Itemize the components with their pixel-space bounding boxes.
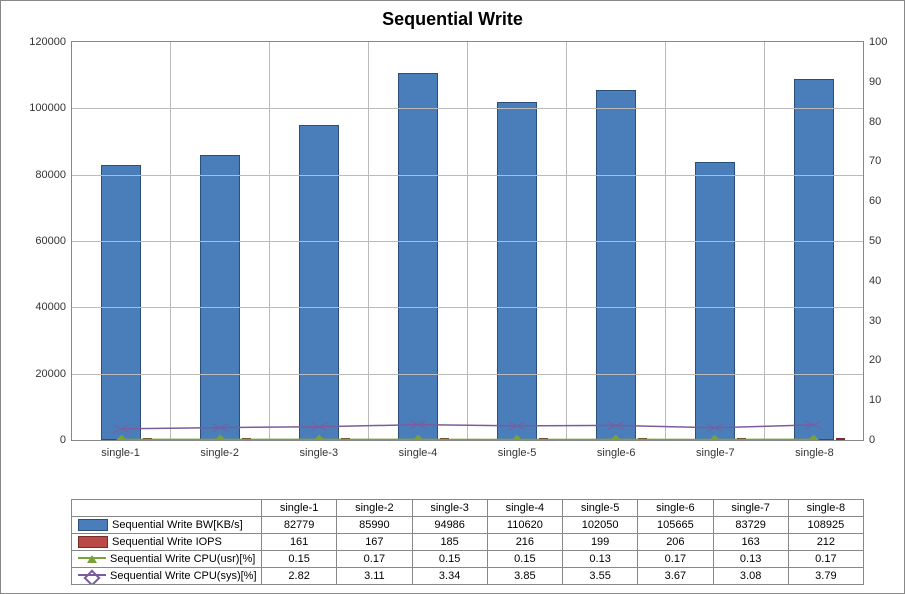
x-category-label: single-5 — [468, 443, 567, 463]
x-category-label: single-4 — [368, 443, 467, 463]
y-right-tick: 20 — [869, 354, 881, 366]
bar-iops — [440, 438, 450, 440]
table-cell: 85990 — [337, 516, 412, 533]
bar-bw — [497, 102, 536, 440]
x-category-label: single-6 — [567, 443, 666, 463]
x-category-label: single-3 — [269, 443, 368, 463]
series-label: Sequential Write IOPS — [112, 536, 222, 548]
table-cell: 102050 — [563, 516, 638, 533]
y-right-tick: 50 — [869, 235, 881, 247]
legend-swatch — [78, 574, 106, 585]
bar-bw — [596, 90, 635, 440]
table-cell: 206 — [638, 533, 713, 550]
y-left-tick: 40000 — [35, 301, 66, 313]
table-cell: 161 — [262, 533, 337, 550]
table-cell: 2.82 — [262, 567, 337, 584]
y-right-tick: 0 — [869, 434, 875, 446]
table-cell: 0.15 — [262, 550, 337, 567]
table-cell: 0.17 — [788, 550, 863, 567]
y-right-tick: 100 — [869, 36, 887, 48]
series-label: Sequential Write CPU(sys)[%] — [110, 570, 257, 582]
y-left-tick: 120000 — [29, 36, 66, 48]
y-right-tick: 60 — [869, 195, 881, 207]
bar-iops — [341, 438, 351, 440]
table-row: Sequential Write BW[KB/s] 827798599094986… — [72, 516, 864, 533]
table-cell: 82779 — [262, 516, 337, 533]
x-category-label: single-2 — [170, 443, 269, 463]
y-left-tick: 80000 — [35, 169, 66, 181]
bar-bw — [794, 79, 833, 440]
table-cell: 0.17 — [337, 550, 412, 567]
table-row: Sequential Write CPU(usr)[%]0.150.170.15… — [72, 550, 864, 567]
table-cell: 3.11 — [337, 567, 412, 584]
table-cell: 3.67 — [638, 567, 713, 584]
bar-iops — [242, 438, 252, 440]
table-cell: 94986 — [412, 516, 487, 533]
table-cell: 212 — [788, 533, 863, 550]
y-left-tick: 20000 — [35, 368, 66, 380]
bar-iops — [836, 438, 846, 440]
table-cell: 108925 — [788, 516, 863, 533]
y-right-tick: 80 — [869, 116, 881, 128]
table-cell: 110620 — [487, 516, 562, 533]
y-right-tick: 40 — [869, 275, 881, 287]
table-category-header: single-2 — [337, 499, 412, 516]
y-right-tick: 30 — [869, 315, 881, 327]
bar-iops — [638, 438, 648, 440]
table-category-header: single-3 — [412, 499, 487, 516]
table-category-header: single-7 — [713, 499, 788, 516]
table-cell: 199 — [563, 533, 638, 550]
table-category-header: single-4 — [487, 499, 562, 516]
legend-swatch — [78, 536, 108, 548]
table-cell: 0.17 — [638, 550, 713, 567]
table-cell: 105665 — [638, 516, 713, 533]
bar-iops — [737, 438, 747, 440]
y-right-tick: 90 — [869, 76, 881, 88]
chart-title: Sequential Write — [1, 1, 904, 34]
legend-swatch — [78, 519, 108, 531]
table-category-header: single-6 — [638, 499, 713, 516]
y-right-tick: 10 — [869, 394, 881, 406]
y-left-tick: 100000 — [29, 102, 66, 114]
data-table: single-1single-2single-3single-4single-5… — [71, 499, 864, 585]
table-cell: 167 — [337, 533, 412, 550]
table-row: Sequential Write CPU(sys)[%] 2.823.113.34… — [72, 567, 864, 584]
bar-bw — [695, 162, 734, 440]
table-cell: 0.13 — [563, 550, 638, 567]
plot-area: 0200004000060000800001000001200000102030… — [71, 41, 864, 463]
table-category-header: single-8 — [788, 499, 863, 516]
table-cell: 83729 — [713, 516, 788, 533]
bar-bw — [398, 73, 437, 440]
y-left-tick: 0 — [60, 434, 66, 446]
legend-swatch — [78, 557, 106, 568]
x-category-label: single-8 — [765, 443, 864, 463]
series-label: Sequential Write BW[KB/s] — [112, 519, 243, 531]
chart-container: Sequential Write 02000040000600008000010… — [0, 0, 905, 594]
table-cell: 163 — [713, 533, 788, 550]
bar-iops — [143, 438, 153, 440]
table-cell: 3.34 — [412, 567, 487, 584]
table-category-header: single-5 — [563, 499, 638, 516]
table-cell: 0.15 — [412, 550, 487, 567]
table-cell: 3.08 — [713, 567, 788, 584]
table-cell: 3.55 — [563, 567, 638, 584]
table-row: Sequential Write IOPS 1611671852161992061… — [72, 533, 864, 550]
table-cell: 216 — [487, 533, 562, 550]
y-right-tick: 70 — [869, 155, 881, 167]
bar-bw — [200, 155, 239, 440]
table-category-header: single-1 — [262, 499, 337, 516]
x-category-label: single-1 — [71, 443, 170, 463]
table-cell: 3.79 — [788, 567, 863, 584]
table-cell: 0.15 — [487, 550, 562, 567]
bar-bw — [101, 165, 140, 440]
bar-bw — [299, 125, 338, 440]
table-cell: 0.13 — [713, 550, 788, 567]
table-cell: 185 — [412, 533, 487, 550]
bar-iops — [539, 438, 549, 440]
x-category-label: single-7 — [666, 443, 765, 463]
table-cell: 3.85 — [487, 567, 562, 584]
series-label: Sequential Write CPU(usr)[%] — [110, 553, 255, 565]
y-left-tick: 60000 — [35, 235, 66, 247]
